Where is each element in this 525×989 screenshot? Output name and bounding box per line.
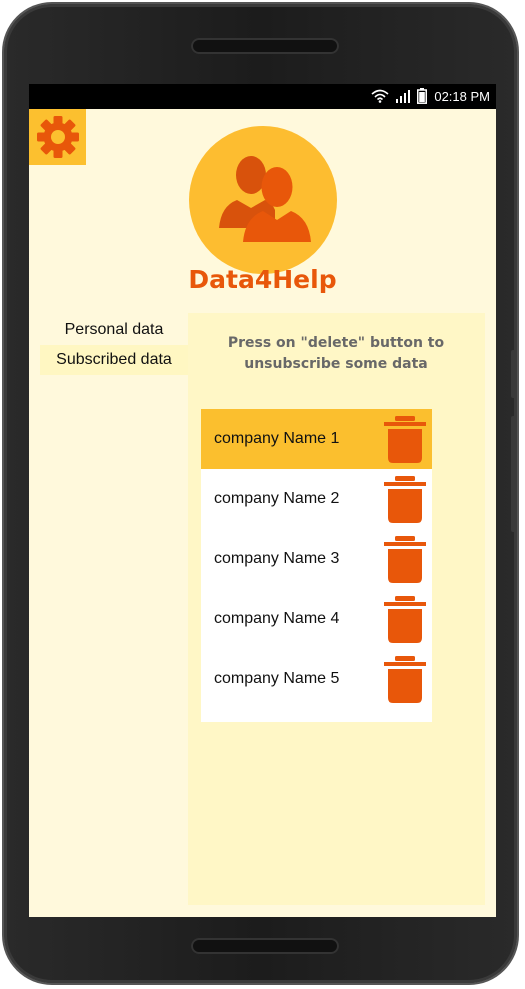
volume-button <box>511 350 517 398</box>
subscribed-data-panel: Press on "delete" button to unsubscribe … <box>188 313 485 905</box>
settings-gear-icon <box>36 116 79 158</box>
list-item[interactable]: company Name 1 <box>201 409 432 469</box>
battery-icon <box>417 88 428 104</box>
company-name: company Name 5 <box>214 670 340 687</box>
trash-icon[interactable] <box>384 536 426 584</box>
bottom-speaker <box>191 938 339 954</box>
trash-icon[interactable] <box>384 596 426 644</box>
users-icon <box>219 156 311 242</box>
company-name: company Name 3 <box>214 550 340 567</box>
wifi-icon <box>371 89 389 103</box>
trash-icon[interactable] <box>384 416 426 464</box>
menu-item-subscribed-data[interactable]: Subscribed data <box>40 345 188 375</box>
status-clock: 02:18 PM <box>434 88 490 104</box>
company-list: company Name 1 company Name 2 company Na… <box>201 409 432 722</box>
trash-icon[interactable] <box>384 656 426 704</box>
menu-item-personal-data[interactable]: Personal data <box>40 315 188 345</box>
app-logo <box>189 126 337 274</box>
status-bar: 02:18 PM <box>29 84 496 109</box>
app-title: Data4Help <box>188 265 337 294</box>
list-item[interactable]: company Name 3 <box>201 529 432 589</box>
company-name: company Name 1 <box>214 430 340 447</box>
company-name: company Name 2 <box>214 490 340 507</box>
settings-button[interactable] <box>29 109 86 165</box>
top-speaker <box>191 38 339 54</box>
list-item[interactable]: company Name 2 <box>201 469 432 529</box>
signal-icon <box>396 89 411 103</box>
app-screen: 02:18 PM Data4Help Personal data Subscri… <box>29 84 496 917</box>
list-item[interactable]: company Name 4 <box>201 589 432 649</box>
delete-hint-text: Press on "delete" button to unsubscribe … <box>227 335 445 372</box>
trash-icon[interactable] <box>384 476 426 524</box>
list-item[interactable]: company Name 5 <box>201 649 432 709</box>
company-name: company Name 4 <box>214 610 340 627</box>
power-button <box>511 416 517 532</box>
